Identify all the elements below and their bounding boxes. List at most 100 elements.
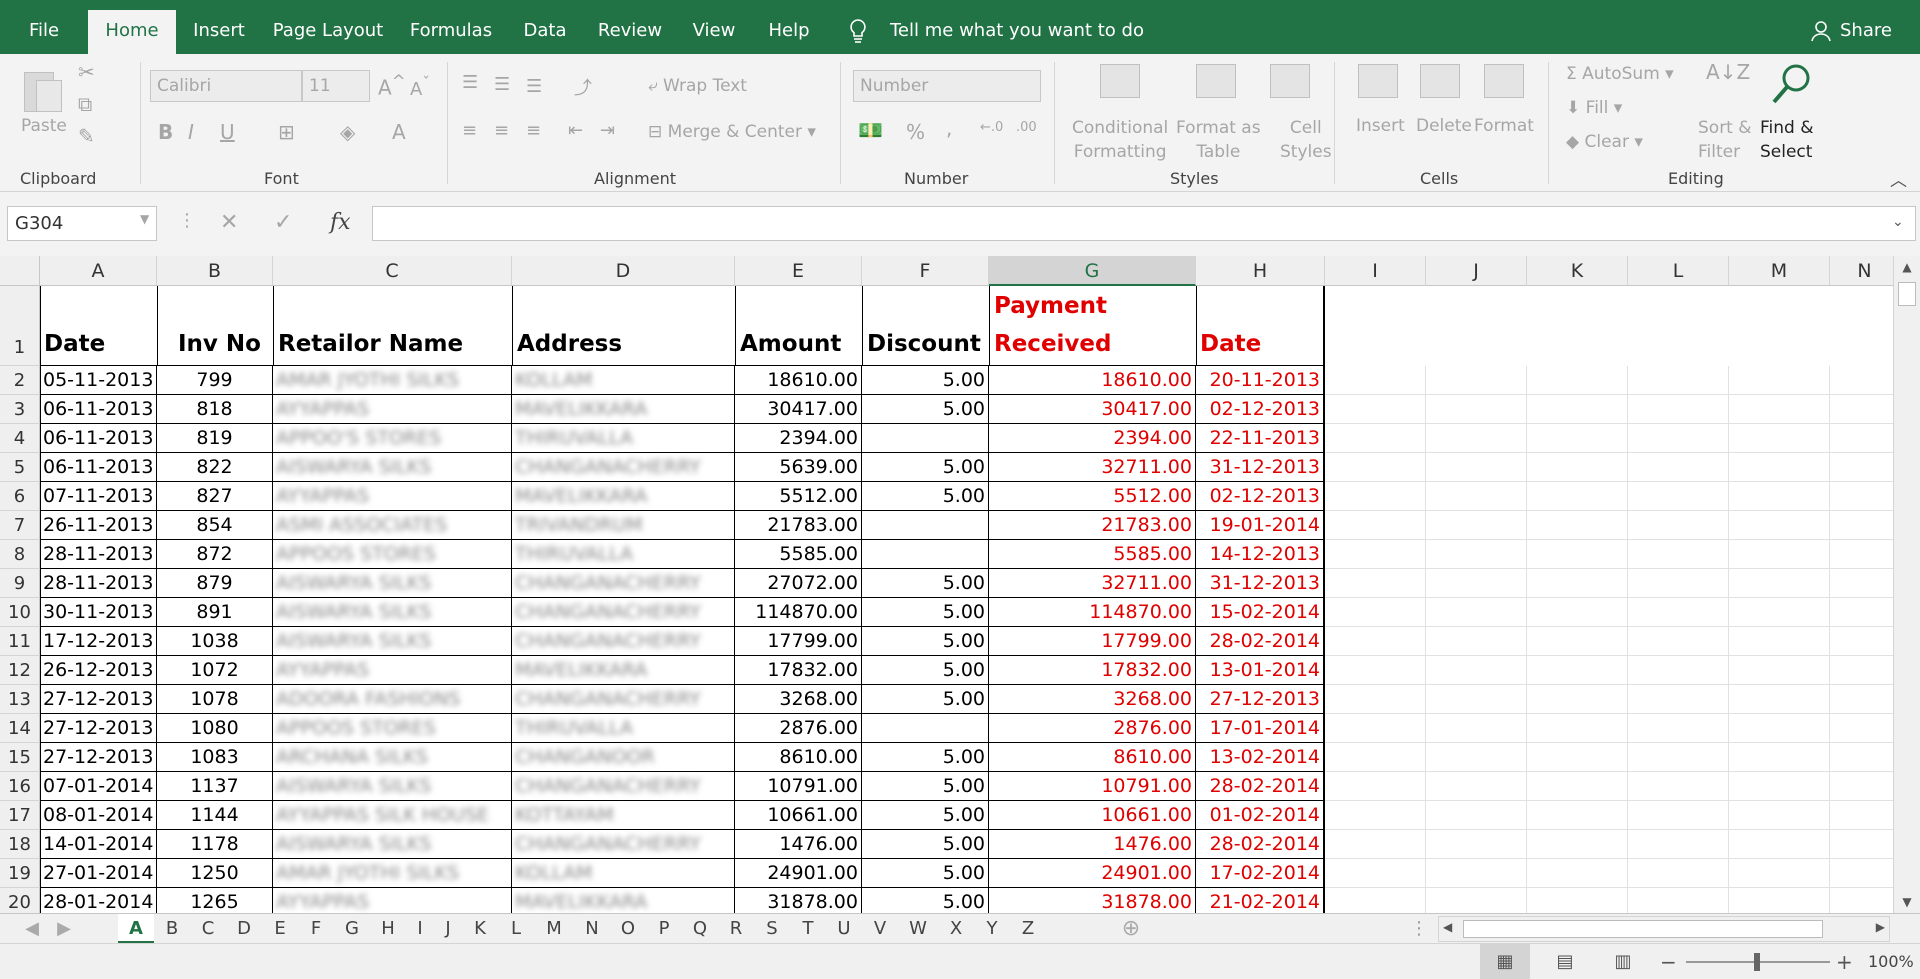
empty-cell[interactable]	[1628, 395, 1729, 424]
cell-date[interactable]: 28-11-2013	[40, 569, 157, 598]
scroll-left-icon[interactable]: ◀	[1443, 920, 1452, 934]
sheet-tab-i[interactable]: I	[406, 914, 434, 944]
empty-cell[interactable]	[1628, 743, 1729, 772]
cell-payment-received[interactable]: 1476.00	[989, 830, 1196, 859]
empty-cell[interactable]	[1729, 627, 1830, 656]
cell-payment-received[interactable]: 10661.00	[989, 801, 1196, 830]
cell-date[interactable]: 27-12-2013	[40, 714, 157, 743]
underline-icon[interactable]: U	[220, 120, 235, 144]
cell-amount[interactable]: 3268.00	[735, 685, 862, 714]
cell-address[interactable]: MAVELIKKARA	[512, 395, 735, 424]
clear-button[interactable]: ◆ Clear ▾	[1566, 132, 1643, 152]
empty-cell[interactable]	[1628, 859, 1729, 888]
empty-cell[interactable]	[1628, 656, 1729, 685]
empty-cell[interactable]	[1325, 801, 1426, 830]
empty-cell[interactable]	[1325, 482, 1426, 511]
column-header-g[interactable]: G	[989, 256, 1196, 286]
empty-cell[interactable]	[1527, 569, 1628, 598]
cell-payment-received[interactable]: 2876.00	[989, 714, 1196, 743]
empty-cell[interactable]	[1527, 482, 1628, 511]
empty-cell[interactable]	[1426, 859, 1527, 888]
cell-retailer-name[interactable]: AYYAPPAS	[273, 656, 512, 685]
cell-inv-no[interactable]: 879	[157, 569, 273, 598]
conditional-formatting-button[interactable]: Conditional Formatting	[1072, 116, 1168, 164]
cell-payment-date[interactable]: 22-11-2013	[1196, 424, 1325, 453]
column-header-d[interactable]: D	[512, 256, 735, 286]
grow-font-icon[interactable]: A^	[378, 72, 406, 100]
header-date[interactable]: Date	[44, 326, 154, 363]
sheet-tab-x[interactable]: X	[938, 914, 974, 944]
scroll-right-icon[interactable]: ▶	[1876, 920, 1885, 934]
orientation-icon[interactable]: ⤴	[574, 74, 592, 100]
cell-discount[interactable]	[862, 714, 989, 743]
sheet-tab-g[interactable]: G	[334, 914, 370, 944]
cell-payment-received[interactable]: 18610.00	[989, 366, 1196, 395]
cell-payment-received[interactable]: 32711.00	[989, 569, 1196, 598]
borders-icon[interactable]: ⊞	[278, 120, 295, 144]
empty-cell[interactable]	[1325, 395, 1426, 424]
cell-address[interactable]: CHANGANACHERRY	[512, 569, 735, 598]
new-sheet-icon[interactable]: ⊕	[1118, 914, 1144, 944]
tab-formulas[interactable]: Formulas	[403, 10, 499, 54]
empty-cell[interactable]	[1628, 830, 1729, 859]
empty-cell[interactable]	[1325, 366, 1426, 395]
cell-address[interactable]: MAVELIKKARA	[512, 656, 735, 685]
cell-discount[interactable]: 5.00	[862, 772, 989, 801]
row-header-14[interactable]: 14	[0, 714, 40, 743]
cell-payment-date[interactable]: 13-01-2014	[1196, 656, 1325, 685]
empty-cell[interactable]	[1527, 656, 1628, 685]
empty-cell[interactable]	[1426, 743, 1527, 772]
cell-retailer-name[interactable]: AYYAPPAS SILK HOUSE	[273, 801, 512, 830]
cell-amount[interactable]: 1476.00	[735, 830, 862, 859]
cell-address[interactable]: THIRUVALLA	[512, 540, 735, 569]
cell-payment-date[interactable]: 02-12-2013	[1196, 482, 1325, 511]
prev-sheet-icon[interactable]: ◀	[22, 914, 42, 944]
empty-cell[interactable]	[1628, 598, 1729, 627]
cell-address[interactable]: MAVELIKKARA	[512, 888, 735, 913]
font-color-icon[interactable]: A	[392, 120, 406, 144]
empty-cell[interactable]	[1426, 656, 1527, 685]
tab-help[interactable]: Help	[761, 10, 817, 54]
next-sheet-icon[interactable]: ▶	[54, 914, 74, 944]
column-header-k[interactable]: K	[1527, 256, 1628, 286]
cell-inv-no[interactable]: 891	[157, 598, 273, 627]
sheet-tab-j[interactable]: J	[434, 914, 462, 944]
empty-cell[interactable]	[1729, 743, 1830, 772]
cell-payment-received[interactable]: 2394.00	[989, 424, 1196, 453]
fill-color-icon[interactable]: ◈	[340, 120, 355, 144]
cell-payment-date[interactable]: 31-12-2013	[1196, 569, 1325, 598]
column-header-h[interactable]: H	[1196, 256, 1325, 286]
cell-retailer-name[interactable]: AYYAPPAS	[273, 482, 512, 511]
empty-cell[interactable]	[1325, 888, 1426, 913]
sheet-tab-n[interactable]: N	[574, 914, 610, 944]
cell-address[interactable]: KOLLAM	[512, 366, 735, 395]
cell-address[interactable]: KOLLAM	[512, 859, 735, 888]
row-header-18[interactable]: 18	[0, 830, 40, 859]
empty-cell[interactable]	[1830, 801, 1900, 830]
sheet-tab-d[interactable]: D	[226, 914, 262, 944]
empty-cell[interactable]	[1325, 569, 1426, 598]
empty-cell[interactable]	[1527, 714, 1628, 743]
row-header-11[interactable]: 11	[0, 627, 40, 656]
cell-discount[interactable]: 5.00	[862, 453, 989, 482]
tab-view[interactable]: View	[686, 10, 742, 54]
delete-cells-button[interactable]: Delete	[1416, 116, 1472, 136]
cell-date[interactable]: 08-01-2014	[40, 801, 157, 830]
cell-inv-no[interactable]: 827	[157, 482, 273, 511]
empty-cell[interactable]	[1729, 772, 1830, 801]
font-name-select[interactable]: Calibri	[150, 70, 302, 102]
cell-amount[interactable]: 24901.00	[735, 859, 862, 888]
cell-amount[interactable]: 114870.00	[735, 598, 862, 627]
empty-cell[interactable]	[1830, 888, 1900, 913]
column-header-c[interactable]: C	[273, 256, 512, 286]
cell-payment-date[interactable]: 31-12-2013	[1196, 453, 1325, 482]
cell-date[interactable]: 17-12-2013	[40, 627, 157, 656]
empty-cell[interactable]	[1729, 859, 1830, 888]
comma-button[interactable]: ,	[946, 116, 952, 140]
empty-cell[interactable]	[1729, 888, 1830, 913]
row-header-9[interactable]: 9	[0, 569, 40, 598]
empty-cell[interactable]	[1830, 830, 1900, 859]
scroll-down-icon[interactable]: ▼	[1894, 891, 1920, 913]
cell-payment-received[interactable]: 5512.00	[989, 482, 1196, 511]
cell-amount[interactable]: 21783.00	[735, 511, 862, 540]
